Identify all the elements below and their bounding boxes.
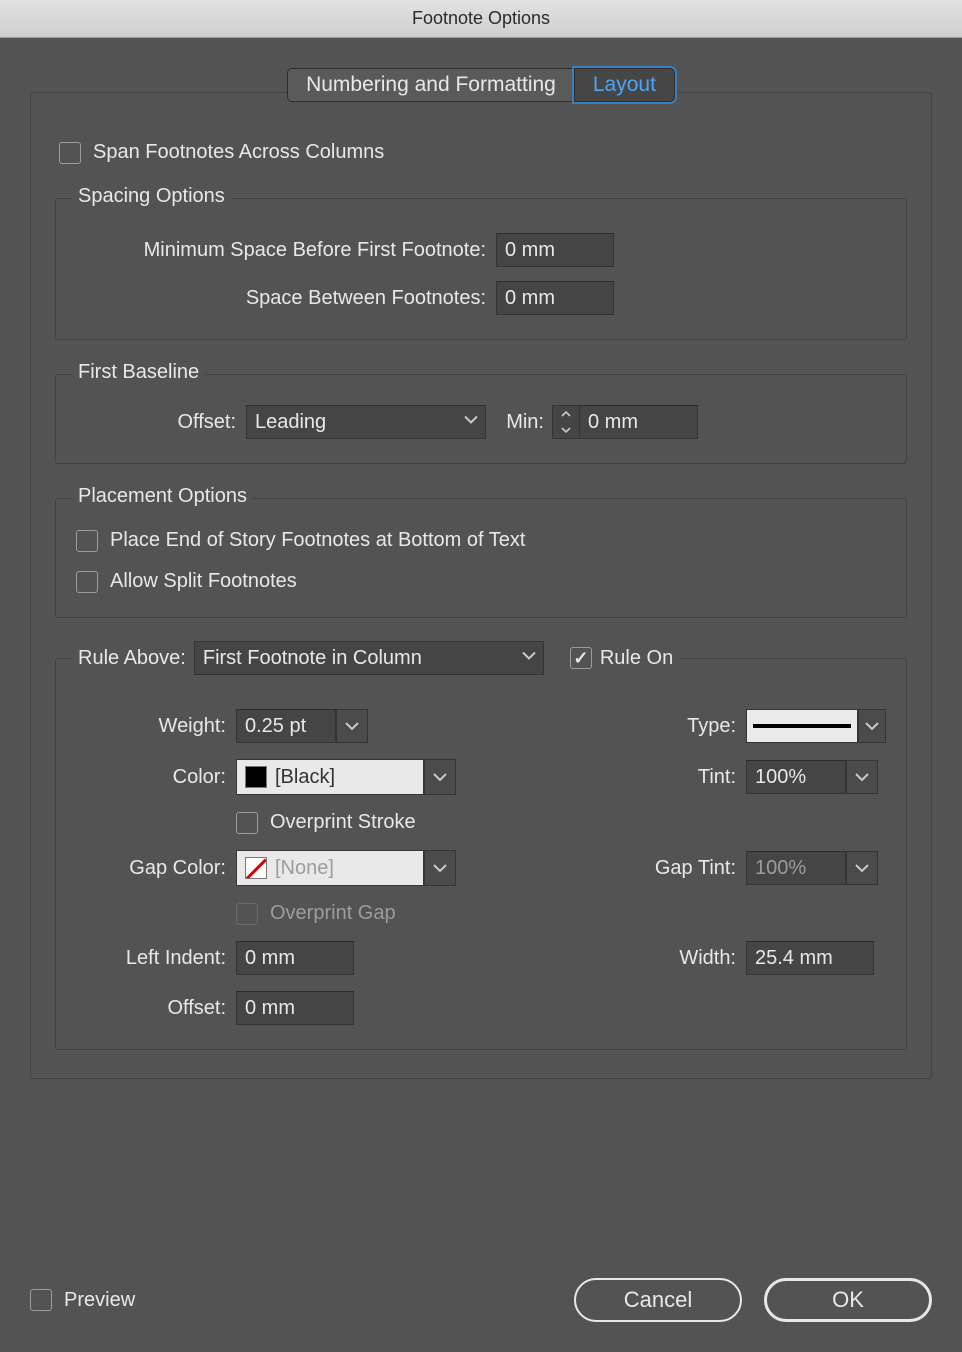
rule-above-value: First Footnote in Column — [203, 647, 422, 670]
baseline-row: Offset: Leading Min: — [76, 405, 886, 439]
overprint-gap-row: Overprint Gap — [236, 902, 886, 925]
space-between-input[interactable] — [496, 281, 614, 315]
rule-offset-label: Offset: — [76, 997, 236, 1020]
rule-above-select[interactable]: First Footnote in Column — [194, 641, 544, 675]
stepper-up-icon — [553, 406, 579, 422]
gap-color-label: Gap Color: — [76, 857, 236, 880]
footer-buttons: Cancel OK — [574, 1278, 932, 1322]
gap-color-field: [None] — [236, 850, 456, 886]
tint-label: Tint: — [456, 766, 746, 789]
rule-offset-input[interactable] — [236, 991, 354, 1025]
preview-label: Preview — [64, 1289, 135, 1312]
color-field: [Black] — [236, 759, 456, 795]
overprint-stroke-label: Overprint Stroke — [270, 811, 416, 834]
color-value: [Black] — [275, 766, 335, 789]
color-label: Color: — [76, 766, 236, 789]
chevron-down-icon — [463, 411, 479, 434]
rule-above-label: Rule Above: — [78, 647, 186, 670]
type-swatch[interactable] — [746, 709, 858, 743]
preview-checkbox[interactable] — [30, 1289, 52, 1311]
offset-label: Offset: — [76, 411, 246, 434]
gap-color-value: [None] — [275, 857, 334, 880]
min-label: Min: — [486, 411, 552, 434]
type-dropdown-button[interactable] — [858, 709, 886, 743]
ok-button[interactable]: OK — [764, 1278, 932, 1322]
overprint-stroke-checkbox[interactable] — [236, 812, 258, 834]
overprint-gap-label: Overprint Gap — [270, 902, 396, 925]
placement-legend: Placement Options — [72, 485, 253, 508]
end-of-story-label: Place End of Story Footnotes at Bottom o… — [110, 529, 525, 552]
end-of-story-checkbox[interactable] — [76, 530, 98, 552]
allow-split-label: Allow Split Footnotes — [110, 570, 297, 593]
space-between-row: Space Between Footnotes: — [76, 281, 886, 315]
gap-tint-field: 100% — [746, 851, 886, 885]
color-dropdown-button[interactable] — [424, 759, 456, 795]
cancel-button[interactable]: Cancel — [574, 1278, 742, 1322]
color-select[interactable]: [Black] — [236, 759, 424, 795]
gap-tint-label: Gap Tint: — [456, 857, 746, 880]
type-field — [746, 709, 886, 743]
span-columns-row: Span Footnotes Across Columns — [59, 141, 907, 164]
allow-split-row: Allow Split Footnotes — [76, 570, 886, 593]
allow-split-checkbox[interactable] — [76, 571, 98, 593]
tab-layout[interactable]: Layout — [574, 68, 675, 102]
spacing-legend: Spacing Options — [72, 185, 231, 208]
min-before-row: Minimum Space Before First Footnote: — [76, 233, 886, 267]
gap-color-dropdown-button[interactable] — [424, 850, 456, 886]
rule-fieldset: Rule Above: First Footnote in Column Rul… — [55, 658, 907, 1050]
gap-color-select[interactable]: [None] — [236, 850, 424, 886]
left-indent-label: Left Indent: — [76, 947, 236, 970]
spacing-fieldset: Spacing Options Minimum Space Before Fir… — [55, 198, 907, 340]
span-columns-label: Span Footnotes Across Columns — [93, 141, 384, 164]
rule-on-label: Rule On — [600, 647, 673, 670]
baseline-legend: First Baseline — [72, 361, 205, 384]
weight-field — [236, 709, 456, 743]
tint-input[interactable] — [746, 760, 846, 794]
dialog-footer: Preview Cancel OK — [30, 1278, 932, 1322]
overprint-gap-checkbox — [236, 903, 258, 925]
weight-input[interactable] — [236, 709, 336, 743]
placement-fieldset: Placement Options Place End of Story Foo… — [55, 498, 907, 618]
weight-dropdown-button[interactable] — [336, 709, 368, 743]
min-before-input[interactable] — [496, 233, 614, 267]
baseline-fieldset: First Baseline Offset: Leading Min: — [55, 374, 907, 464]
min-input[interactable] — [580, 405, 698, 439]
gap-tint-dropdown-button — [846, 851, 878, 885]
black-swatch-icon — [245, 766, 267, 788]
main-panel: Span Footnotes Across Columns Spacing Op… — [30, 92, 932, 1079]
stepper-down-icon — [553, 422, 579, 438]
chevron-down-icon — [521, 647, 537, 670]
min-before-label: Minimum Space Before First Footnote: — [76, 239, 496, 262]
gap-tint-input: 100% — [746, 851, 846, 885]
preview-row: Preview — [30, 1289, 135, 1312]
window-title: Footnote Options — [412, 8, 550, 29]
left-indent-input[interactable] — [236, 941, 354, 975]
type-label: Type: — [456, 715, 746, 738]
rule-on-checkbox[interactable] — [570, 647, 592, 669]
end-of-story-row: Place End of Story Footnotes at Bottom o… — [76, 529, 886, 552]
tint-field — [746, 760, 886, 794]
offset-value: Leading — [255, 411, 326, 434]
min-stepper[interactable] — [552, 405, 580, 439]
none-swatch-icon — [245, 857, 267, 879]
offset-select[interactable]: Leading — [246, 405, 486, 439]
window-titlebar: Footnote Options — [0, 0, 962, 38]
span-columns-checkbox[interactable] — [59, 142, 81, 164]
width-input[interactable] — [746, 941, 874, 975]
width-label: Width: — [456, 947, 746, 970]
tab-numbering[interactable]: Numbering and Formatting — [287, 68, 574, 102]
tint-dropdown-button[interactable] — [846, 760, 878, 794]
space-between-label: Space Between Footnotes: — [76, 287, 496, 310]
dialog-body: Numbering and Formatting Layout Span Foo… — [0, 38, 962, 1352]
overprint-stroke-row: Overprint Stroke — [236, 811, 886, 834]
weight-label: Weight: — [76, 715, 236, 738]
rule-legend-row: Rule Above: First Footnote in Column Rul… — [72, 641, 679, 675]
